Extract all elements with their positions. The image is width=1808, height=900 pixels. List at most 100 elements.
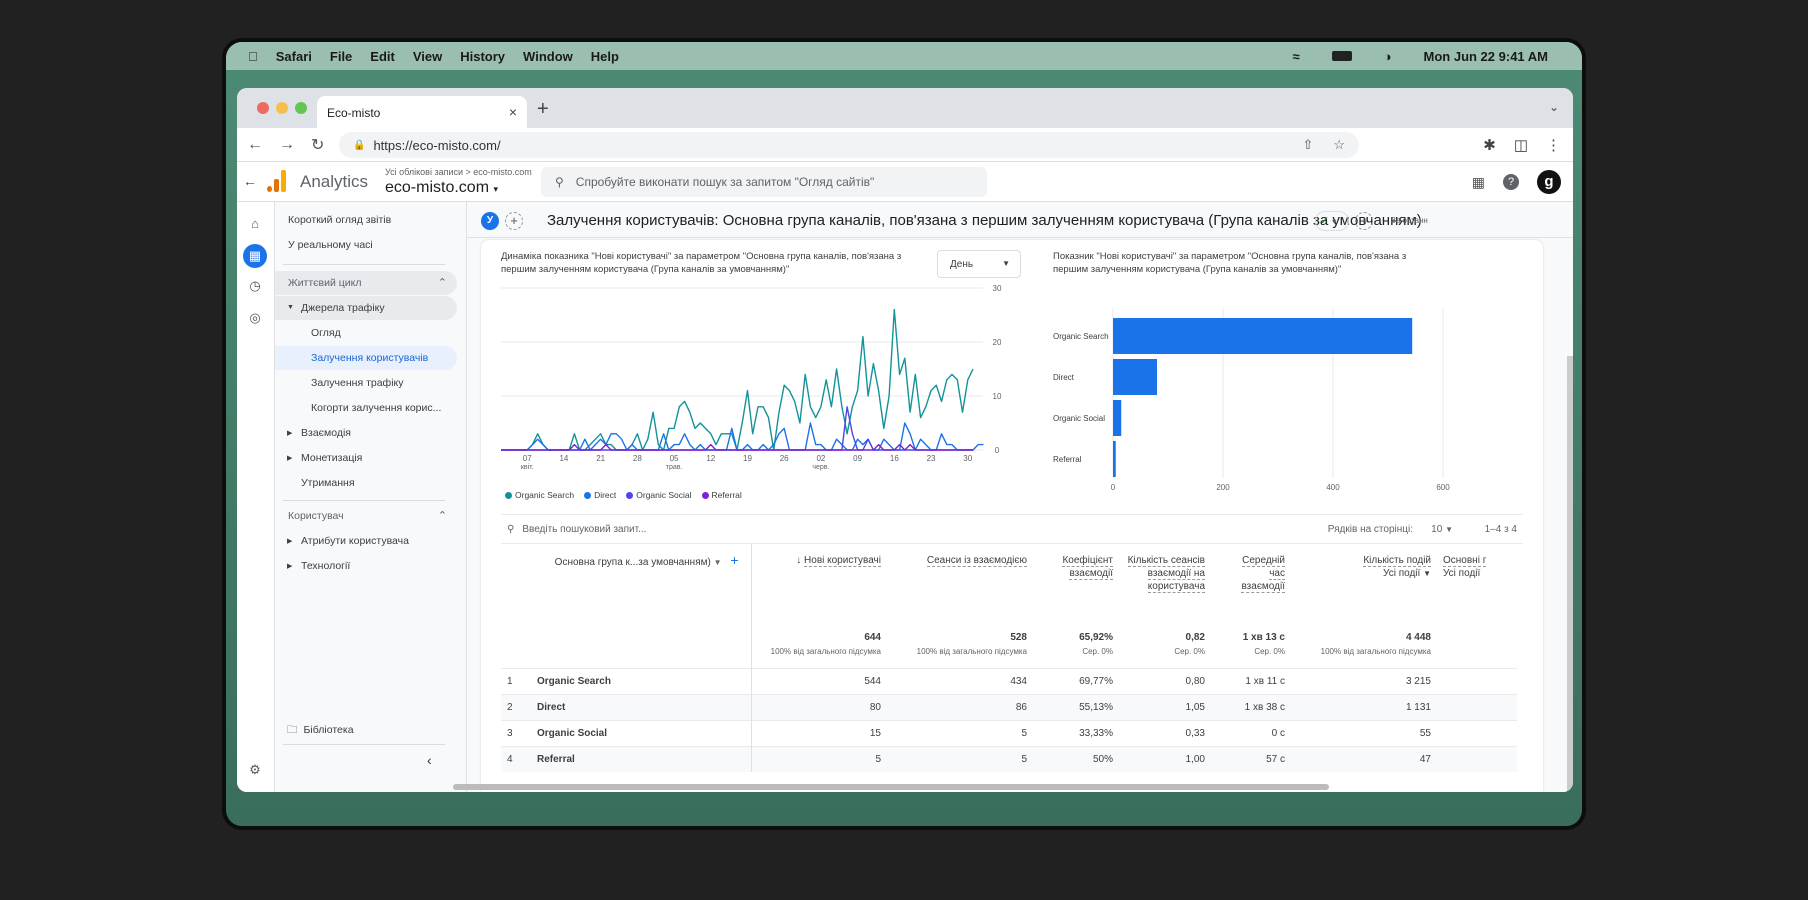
sidebar-item-acquisition[interactable]: ▼ Джерела трафіку [275, 296, 457, 320]
reload-icon[interactable]: ↻ [311, 135, 324, 155]
property-name: eco-misto.com [385, 179, 490, 196]
sidebar-item-reports-snapshot[interactable]: Короткий огляд звітів [275, 208, 457, 232]
row-dimension[interactable]: Organic Social [531, 719, 752, 746]
side-panel-icon[interactable]: ◫ [1514, 136, 1528, 154]
minimize-window-button[interactable] [276, 102, 288, 114]
menu-window[interactable]: Window [523, 49, 573, 64]
menu-help[interactable]: Help [591, 49, 619, 64]
vertical-scrollbar[interactable] [1567, 356, 1573, 792]
col-new-users[interactable]: ↓ Нові користувачі [751, 544, 887, 620]
apple-icon[interactable]:  [248, 49, 258, 64]
table-search-input[interactable]: Введіть пошуковий запит... [522, 524, 646, 535]
add-comparison-button[interactable]: + [505, 212, 523, 230]
add-button[interactable]: + [1355, 212, 1373, 230]
horizontal-scrollbar[interactable] [453, 784, 1329, 790]
new-tab-button[interactable]: + [537, 98, 549, 121]
col-sessions-per-user[interactable]: Кількість сеансів взаємодії на користува… [1119, 544, 1211, 620]
col-engaged-sessions[interactable]: Сеанси із взаємодією [887, 544, 1033, 620]
add-dimension-icon[interactable]: + [730, 552, 738, 568]
sidebar-item-user-attributes[interactable]: ▶ Атрибути користувача [275, 529, 457, 553]
settings-gear-icon[interactable]: ⚙ [243, 758, 267, 782]
col-engagement-rate[interactable]: Коефіцієнт взаємодії [1033, 544, 1119, 620]
back-icon[interactable]: ← [247, 136, 263, 154]
sidebar-item-retention[interactable]: Утримання [275, 471, 457, 495]
sidebar-item-engagement[interactable]: ▶ Взаємодія [275, 421, 457, 445]
battery-icon[interactable] [1331, 51, 1352, 61]
page-title: Залучення користувачів: Основна група ка… [547, 212, 1422, 229]
x-tick-label: 14 [559, 454, 568, 463]
account-avatar[interactable]: g [1537, 170, 1561, 194]
col-label: Основні г [1443, 555, 1487, 567]
close-window-button[interactable] [257, 102, 269, 114]
date-range[interactable]: За останн [1391, 216, 1428, 225]
col-sub-select[interactable]: Усі події [1443, 568, 1480, 579]
address-bar[interactable]: 🔒 https://eco-misto.com/ ⇧ ☆ [339, 132, 1359, 158]
rows-per-page-select[interactable]: 10 ▼ [1431, 524, 1453, 535]
x-tick-label: 12 [706, 454, 715, 463]
menu-history[interactable]: History [460, 49, 505, 64]
menu-view[interactable]: View [413, 49, 442, 64]
bar-category-label: Direct [1053, 373, 1075, 382]
back-arrow-icon[interactable]: ← [243, 173, 257, 189]
help-icon[interactable]: ? [1503, 174, 1519, 190]
sidebar-item-realtime[interactable]: У реальному часі [275, 233, 457, 257]
row-cell: 544 [751, 667, 887, 694]
sidebar-item-cohorts[interactable]: Когорти залучення корис... [275, 396, 457, 420]
row-dimension[interactable]: Direct [531, 693, 752, 720]
reports-sidebar: Короткий огляд звітів У реальному часі Ж… [275, 202, 467, 792]
sidebar-item-monetization[interactable]: ▶ Монетизація [275, 446, 457, 470]
sidebar-item-library[interactable]: 🗀 Бібліотека [275, 716, 457, 740]
ga-search-input[interactable]: ⚲ Спробуйте виконати пошук за запитом "О… [541, 167, 987, 197]
control-center-icon[interactable]: ◑ [1384, 49, 1392, 64]
bookmark-star-icon[interactable]: ☆ [1333, 137, 1345, 153]
reports-icon[interactable]: ▦ [243, 244, 267, 268]
more-menu-icon[interactable]: ⋮ [1546, 136, 1561, 154]
explore-icon[interactable]: ◷ [243, 274, 267, 298]
tab-list-chevron-icon[interactable]: ⌄ [1549, 100, 1559, 114]
sidebar-item-user-acquisition[interactable]: Залучення користувачів [275, 346, 457, 370]
legend-item[interactable]: Direct [584, 490, 616, 500]
legend-item[interactable]: Organic Social [626, 490, 692, 500]
caret-right-icon: ▶ [287, 455, 293, 462]
col-event-count[interactable]: Кількість подій Усі події ▼ [1291, 544, 1437, 620]
table-row[interactable]: 1 Organic Search 544 434 69,77% 0,80 1 хв 11 с… [501, 667, 1517, 694]
segment-badge[interactable]: У [481, 212, 499, 230]
row-dimension[interactable]: Organic Search [531, 667, 752, 694]
forward-icon[interactable]: → [279, 136, 295, 154]
report-status-button[interactable]: ✓ ▾ [1315, 211, 1349, 231]
url-text[interactable]: https://eco-misto.com/ [373, 138, 500, 153]
sidebar-section-lifecycle[interactable]: Життєвий цикл ⌃ [275, 271, 457, 295]
sidebar-section-user[interactable]: Користувач ⌃ [275, 504, 457, 528]
zoom-window-button[interactable] [295, 102, 307, 114]
col-sub-select[interactable]: Усі події [1383, 568, 1420, 579]
menu-file[interactable]: File [330, 49, 352, 64]
table-row[interactable]: 2 Direct 80 86 55,13% 1,05 1 хв 38 с1 131 [501, 693, 1517, 720]
extensions-icon[interactable]: ✱ [1483, 136, 1496, 154]
col-avg-engagement-time[interactable]: Середній час взаємодії [1211, 544, 1291, 620]
browser-tab[interactable]: Eco-misto × [317, 96, 527, 128]
legend-item[interactable]: Organic Search [505, 490, 574, 500]
clock[interactable]: Mon Jun 22 9:41 AM [1424, 49, 1548, 64]
wifi-icon[interactable]: ≈ [1293, 49, 1300, 64]
home-icon[interactable]: ⌂ [243, 212, 267, 236]
table-row[interactable]: 4 Referral 5 5 50% 1,00 57 с 47 [501, 745, 1517, 772]
account-breadcrumb[interactable]: Усі облікові записи > eco-misto.com [385, 167, 532, 177]
dimension-header[interactable]: Основна група к...за умовчанням) ▼ + [501, 544, 752, 620]
menu-safari[interactable]: Safari [276, 49, 312, 64]
collapse-sidebar-icon[interactable]: ‹ [427, 752, 432, 768]
property-selector[interactable]: eco-misto.com ▾ [385, 179, 498, 197]
col-key-events[interactable]: Основні г Усі події [1437, 544, 1517, 620]
sidebar-item-overview[interactable]: Огляд [275, 321, 457, 345]
sidebar-item-tech[interactable]: ▶ Технології [275, 554, 457, 578]
sidebar-item-traffic-acquisition[interactable]: Залучення трафіку [275, 371, 457, 395]
menu-edit[interactable]: Edit [370, 49, 395, 64]
row-dimension[interactable]: Referral [531, 745, 752, 772]
table-row[interactable]: 3 Organic Social 15 5 33,33% 0,33 0 с 55 [501, 719, 1517, 746]
apps-grid-icon[interactable]: ▦ [1472, 174, 1485, 191]
legend-item[interactable]: Referral [701, 490, 742, 500]
sidebar-item-label: Технології [301, 560, 351, 572]
share-icon[interactable]: ⇧ [1302, 137, 1313, 153]
granularity-select[interactable]: День ▼ [937, 250, 1021, 278]
advertising-icon[interactable]: ◎ [243, 306, 267, 330]
close-tab-icon[interactable]: × [509, 104, 517, 120]
